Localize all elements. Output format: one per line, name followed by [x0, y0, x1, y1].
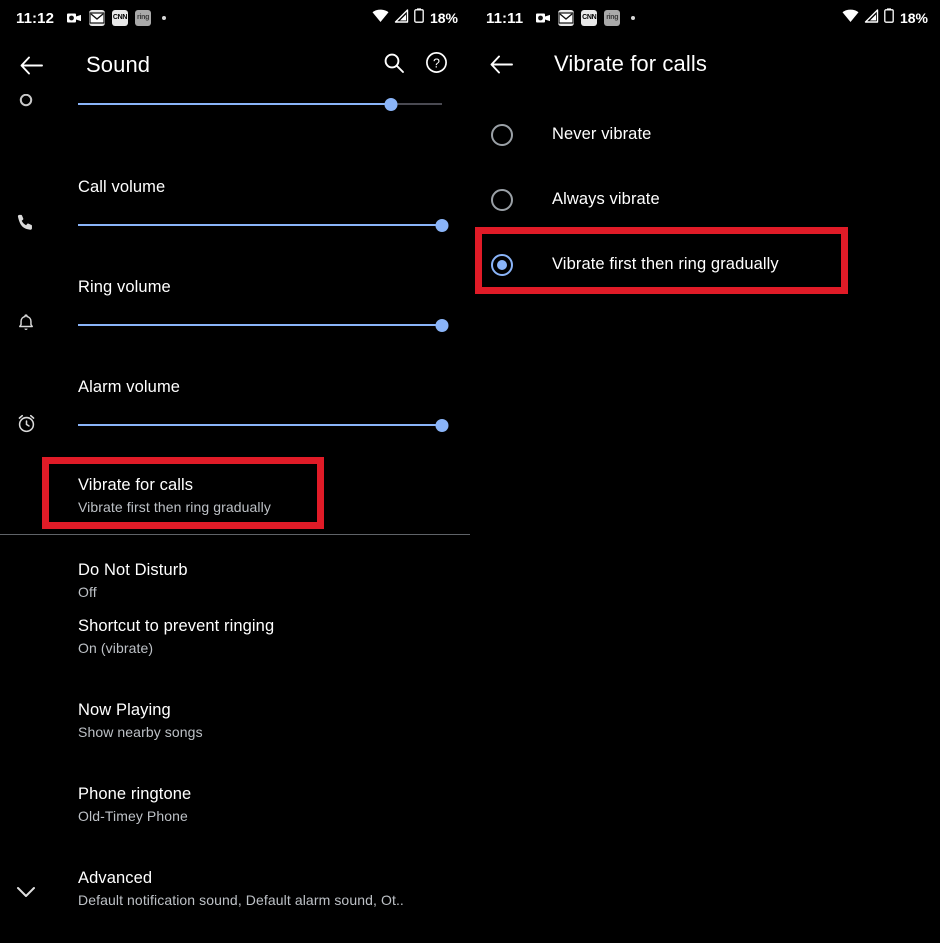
cnn-icon: CNN	[112, 10, 129, 26]
sound-settings-list: Call volume Ring volume Alarm volume Vib…	[0, 94, 470, 927]
media-volume-slider[interactable]	[78, 96, 442, 112]
app-bar: Sound ?	[0, 36, 470, 94]
status-notification-icons: CNN ring	[66, 10, 372, 26]
ring-icon: ring	[604, 10, 621, 26]
slider-thumb[interactable]	[435, 319, 449, 332]
status-bar: 11:12 CNN ring 18%	[0, 0, 470, 36]
list-item-do-not-disturb[interactable]: Do Not Disturb Off	[0, 535, 470, 615]
radio-option-label: Never vibrate	[552, 125, 652, 143]
overflow-dot-icon	[631, 16, 636, 20]
slider-fill	[78, 424, 442, 426]
status-time: 11:12	[16, 9, 55, 27]
help-button[interactable]: ?	[418, 47, 454, 83]
list-item-subtitle: Old-Timey Phone	[78, 808, 188, 824]
call-volume-slider[interactable]	[78, 217, 449, 233]
list-item-subtitle: Vibrate first then ring gradually	[78, 499, 271, 515]
bell-icon	[13, 310, 39, 336]
overflow-dot-icon	[162, 16, 167, 20]
radio-option-vibrate-first-then-ring-gradually[interactable]: Vibrate first then ring gradually	[470, 232, 940, 297]
wifi-icon	[842, 9, 859, 28]
slider-row-call-volume: Call volume	[0, 164, 470, 264]
app-bar: Vibrate for calls	[470, 36, 940, 92]
radio-ring-icon	[491, 188, 513, 211]
slider-thumb[interactable]	[384, 98, 398, 111]
slider-row-ring-volume: Ring volume	[0, 264, 470, 364]
slider-label-alarm-volume: Alarm volume	[78, 378, 181, 396]
vibrate-options-list: Never vibrate Always vibrate Vibrate fir…	[470, 92, 940, 297]
list-item-title: Phone ringtone	[78, 785, 192, 803]
list-item-advanced[interactable]: Advanced Default notification sound, Def…	[0, 867, 470, 927]
ring-icon: ring	[135, 10, 152, 26]
radio-option-always-vibrate[interactable]: Always vibrate	[470, 167, 940, 232]
page-title: Vibrate for calls	[554, 51, 707, 76]
battery-icon	[414, 8, 424, 28]
list-item-title: Now Playing	[78, 701, 171, 719]
slider-fill	[78, 224, 442, 226]
radio-button-selected[interactable]	[488, 251, 516, 279]
slider-label-call-volume: Call volume	[78, 178, 166, 196]
slider-thumb[interactable]	[435, 219, 449, 232]
search-icon	[383, 52, 405, 79]
slider-row-alarm-volume: Alarm volume	[0, 364, 470, 464]
list-item-title: Vibrate for calls	[78, 476, 194, 494]
alarm-clock-icon	[13, 410, 39, 436]
signal-icon	[864, 8, 879, 28]
search-button[interactable]	[376, 47, 412, 83]
list-item-shortcut-to-prevent-ringing[interactable]: Shortcut to prevent ringing On (vibrate)	[0, 615, 470, 699]
signal-icon	[394, 8, 409, 28]
battery-percentage: 18%	[429, 10, 458, 26]
media-volume-icon	[13, 92, 39, 118]
status-system-icons: 18%	[842, 8, 928, 28]
alarm-volume-slider[interactable]	[78, 417, 449, 433]
status-time: 11:11	[486, 9, 524, 27]
status-notification-icons: CNN ring	[535, 10, 842, 26]
outlook-icon	[535, 10, 551, 26]
back-button[interactable]	[14, 48, 48, 82]
help-circle-icon: ?	[425, 51, 448, 79]
left-phone-screen: 11:12 CNN ring 18% Sound ? Call volume R…	[0, 0, 470, 943]
list-item-title: Advanced	[78, 869, 153, 887]
radio-button[interactable]	[488, 186, 516, 214]
outlook-icon	[66, 10, 82, 26]
radio-option-label: Always vibrate	[552, 190, 660, 208]
list-item-phone-ringtone[interactable]: Phone ringtone Old-Timey Phone	[0, 783, 470, 867]
slider-fill	[78, 324, 442, 326]
svg-text:?: ?	[433, 56, 440, 70]
list-item-subtitle: Default notification sound, Default alar…	[78, 892, 404, 908]
radio-ring-icon	[491, 123, 513, 146]
list-item-title: Do Not Disturb	[78, 561, 188, 579]
list-item-vibrate-for-calls[interactable]: Vibrate for calls Vibrate first then rin…	[0, 464, 470, 526]
status-bar: 11:11 CNN ring 18%	[470, 0, 940, 36]
battery-percentage: 18%	[899, 10, 928, 26]
list-item-subtitle: On (vibrate)	[78, 640, 154, 656]
radio-option-never-vibrate[interactable]: Never vibrate	[470, 102, 940, 167]
list-item-subtitle: Show nearby songs	[78, 724, 203, 740]
slider-thumb[interactable]	[435, 419, 449, 432]
status-system-icons: 18%	[372, 8, 458, 28]
radio-dot-icon	[497, 259, 507, 270]
slider-row-media-volume	[0, 94, 470, 164]
list-item-subtitle: Off	[78, 584, 97, 600]
right-phone-screen: 11:11 CNN ring 18% Vibrate for calls Nev…	[470, 0, 940, 943]
chevron-down-icon	[13, 879, 39, 905]
radio-button[interactable]	[488, 121, 516, 149]
gmail-icon	[89, 10, 106, 26]
dual-screenshot-comparison: 11:12 CNN ring 18% Sound ? Call volume R…	[0, 0, 940, 943]
wifi-icon	[372, 9, 389, 28]
back-button[interactable]	[484, 47, 518, 81]
battery-icon	[884, 8, 894, 28]
list-item-title: Shortcut to prevent ringing	[78, 617, 275, 635]
list-item-now-playing[interactable]: Now Playing Show nearby songs	[0, 699, 470, 783]
radio-option-label: Vibrate first then ring gradually	[552, 255, 779, 273]
gmail-icon	[558, 10, 575, 26]
page-title: Sound	[86, 52, 151, 77]
cnn-icon: CNN	[581, 10, 598, 26]
slider-fill	[78, 103, 392, 105]
phone-icon	[13, 210, 39, 236]
slider-label-ring-volume: Ring volume	[78, 278, 171, 296]
ring-volume-slider[interactable]	[78, 317, 449, 333]
